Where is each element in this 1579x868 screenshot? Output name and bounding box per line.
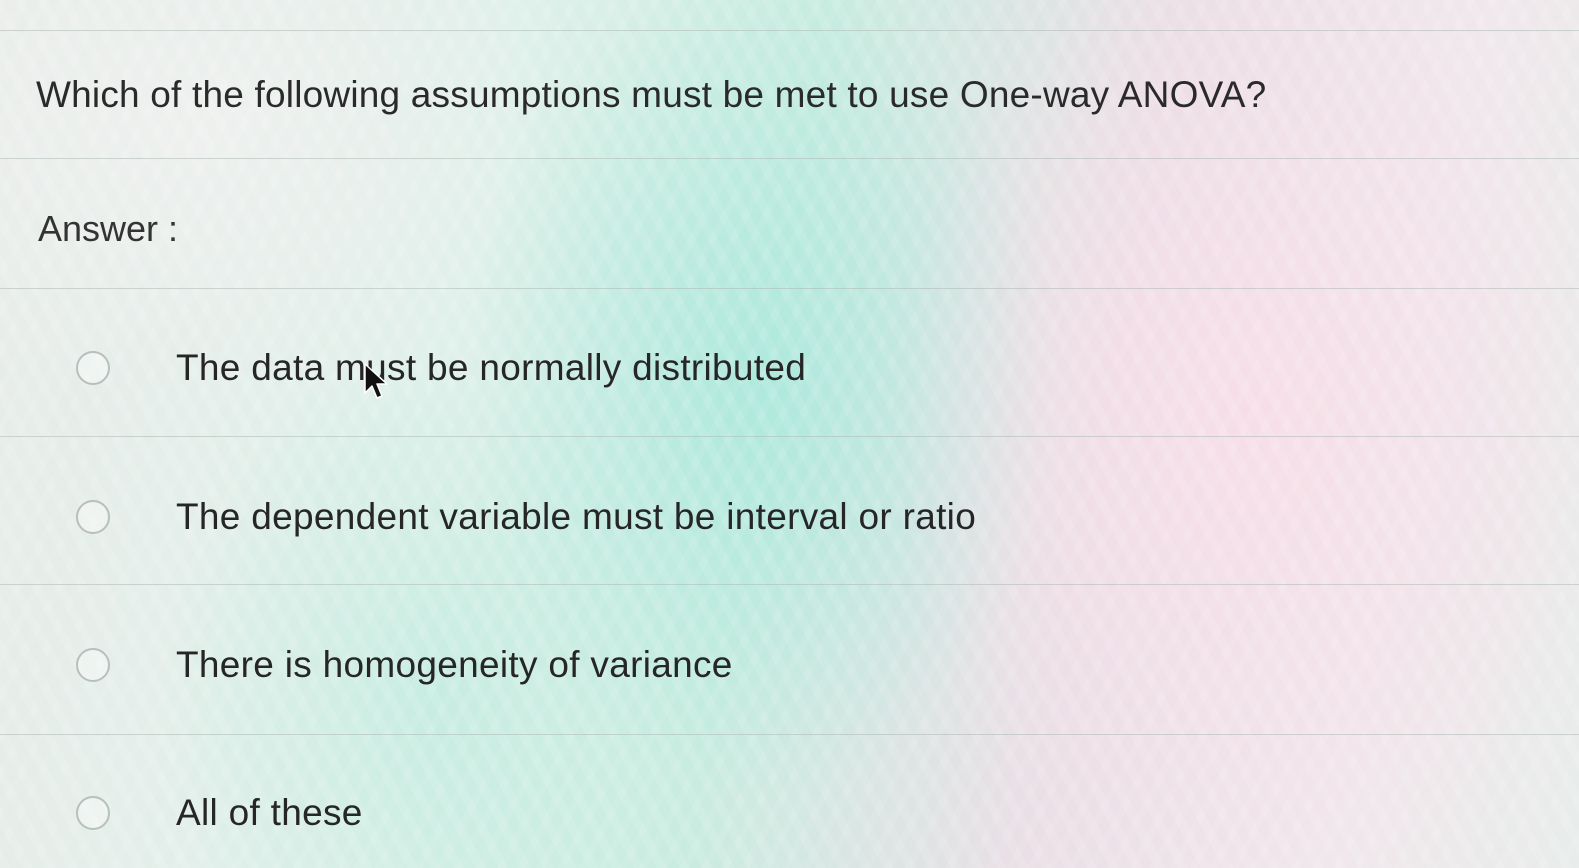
divider bbox=[0, 288, 1579, 289]
radio-button[interactable] bbox=[76, 796, 110, 830]
divider bbox=[0, 158, 1579, 159]
divider bbox=[0, 584, 1579, 585]
divider bbox=[0, 30, 1579, 31]
radio-button[interactable] bbox=[76, 500, 110, 534]
answer-option-label: The dependent variable must be interval … bbox=[176, 496, 977, 537]
screen-moire-overlay bbox=[0, 0, 1579, 868]
answer-option-label: The data must be normally distributed bbox=[176, 347, 807, 388]
answer-option-2[interactable]: The dependent variable must be interval … bbox=[70, 482, 1170, 552]
answer-option-label: All of these bbox=[176, 792, 363, 833]
radio-button[interactable] bbox=[76, 648, 110, 682]
divider bbox=[0, 734, 1579, 735]
answer-option-1[interactable]: The data must be normally distributed bbox=[70, 333, 1170, 403]
answer-option-label: There is homogeneity of variance bbox=[176, 644, 733, 685]
answer-option-3[interactable]: There is homogeneity of variance bbox=[70, 630, 1170, 700]
answer-label: Answer : bbox=[38, 208, 179, 249]
mouse-pointer-icon bbox=[364, 363, 388, 399]
divider bbox=[0, 436, 1579, 437]
radio-button[interactable] bbox=[76, 351, 110, 385]
answer-option-4[interactable]: All of these bbox=[70, 778, 1170, 848]
question-text: Which of the following assumptions must … bbox=[36, 74, 1267, 115]
